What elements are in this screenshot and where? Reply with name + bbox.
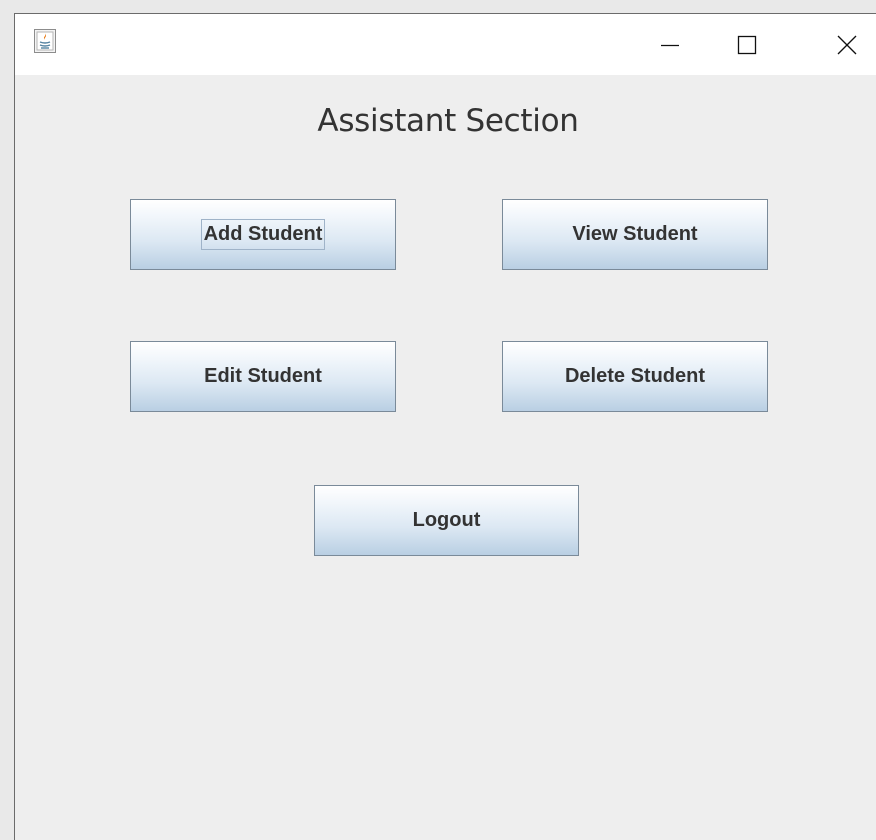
add-student-label: Add Student <box>200 219 326 250</box>
view-student-label: View Student <box>572 223 698 245</box>
close-button[interactable] <box>816 14 876 75</box>
minimize-icon <box>661 44 679 46</box>
edit-student-label: Edit Student <box>204 365 322 387</box>
close-icon <box>837 35 856 54</box>
maximize-button[interactable] <box>724 14 770 75</box>
minimize-button[interactable] <box>647 14 693 75</box>
assistant-panel: Assistant Section Add Student View Stude… <box>15 75 876 840</box>
page-title: Assistant Section <box>317 103 579 139</box>
edit-student-button[interactable]: Edit Student <box>130 341 396 412</box>
delete-student-label: Delete Student <box>564 365 706 387</box>
add-student-button[interactable]: Add Student <box>130 199 396 270</box>
java-app-icon <box>34 29 56 53</box>
logout-button[interactable]: Logout <box>314 485 579 556</box>
delete-student-button[interactable]: Delete Student <box>502 341 768 412</box>
logout-label: Logout <box>412 509 481 531</box>
maximize-icon <box>737 35 757 54</box>
view-student-button[interactable]: View Student <box>502 199 768 270</box>
title-bar[interactable] <box>15 14 876 75</box>
desktop-background: Assistant Section Add Student View Stude… <box>0 0 876 840</box>
app-window: Assistant Section Add Student View Stude… <box>14 13 876 840</box>
